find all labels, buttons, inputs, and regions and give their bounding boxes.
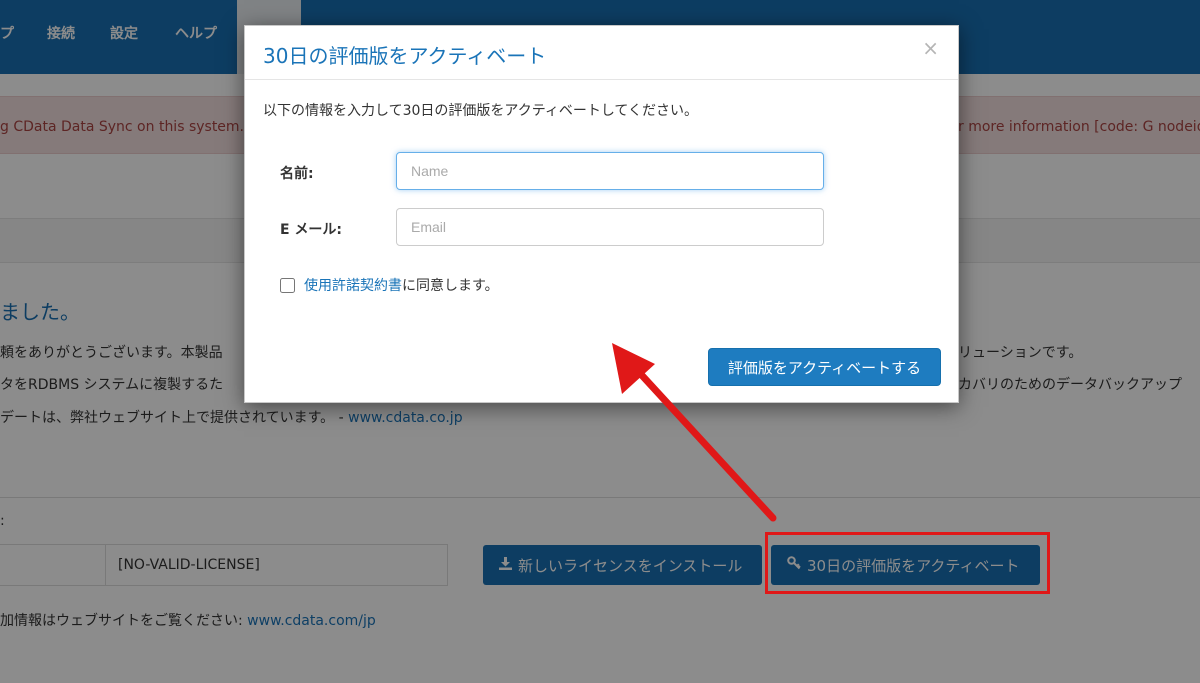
email-field[interactable]	[396, 208, 824, 246]
callout-highlight-box	[765, 532, 1050, 594]
name-label: 名前:	[280, 166, 314, 182]
name-field[interactable]	[396, 152, 824, 190]
submit-activate-button[interactable]: 評価版をアクティベートする	[708, 348, 941, 386]
agree-suffix-text: に同意します。	[402, 278, 499, 294]
activate-trial-modal: 30日の評価版をアクティベート × 以下の情報を入力して30日の評価版をアクティ…	[244, 25, 959, 403]
email-label: E メール:	[280, 222, 343, 238]
modal-title: 30日の評価版をアクティベート	[263, 44, 547, 68]
close-icon[interactable]: ×	[922, 38, 939, 58]
agreement-row: 使用許諾契約書 に同意します。	[280, 275, 499, 295]
agree-checkbox[interactable]	[280, 277, 295, 293]
license-agreement-link[interactable]: 使用許諾契約書	[304, 275, 402, 295]
modal-intro-text: 以下の情報を入力して30日の評価版をアクティベートしてください。	[263, 103, 699, 119]
modal-header: 30日の評価版をアクティベート ×	[245, 26, 958, 80]
